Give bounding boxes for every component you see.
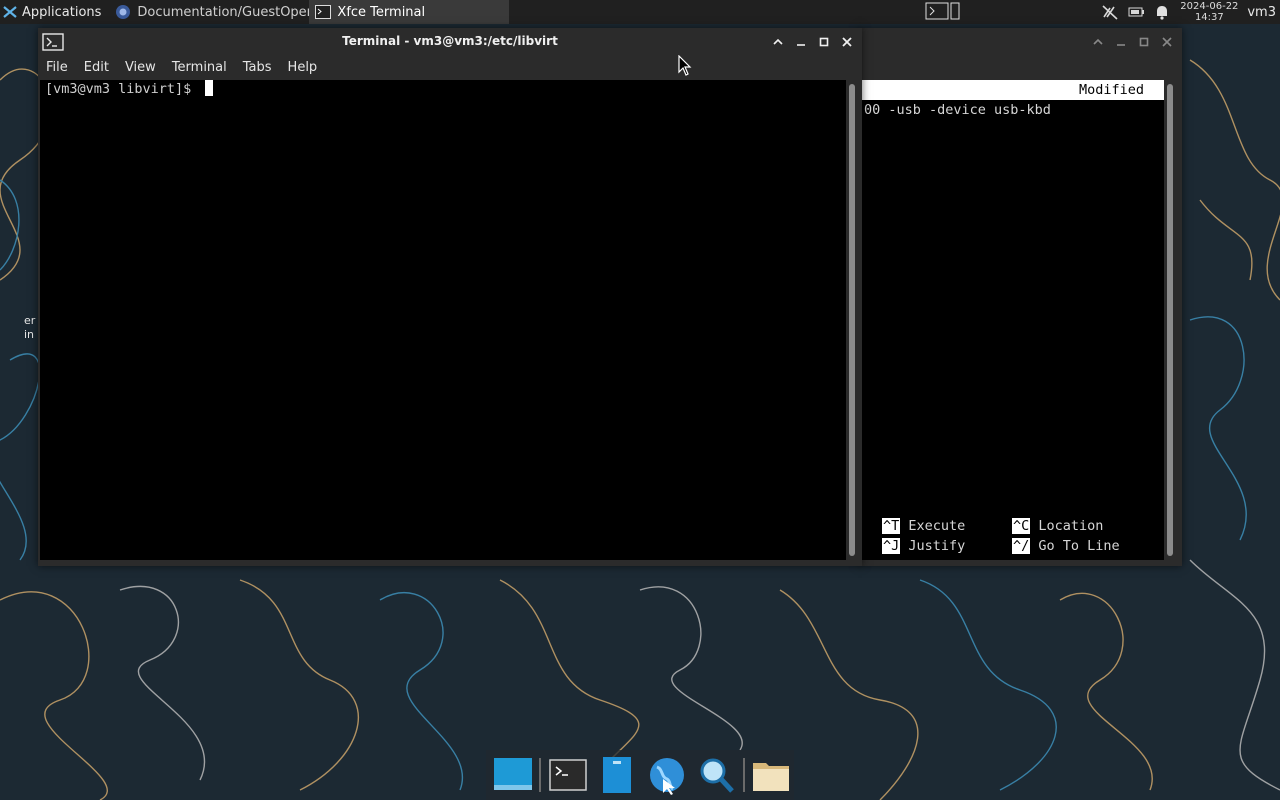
workspace-switcher[interactable] [924,1,962,21]
nano-status-bar: Modified [862,80,1164,100]
terminal-output[interactable]: [vm3@vm3 libvirt]$ [40,80,846,560]
dock [486,750,794,800]
menu-view[interactable]: View [117,56,164,80]
dock-terminal[interactable] [545,752,590,798]
chevron-up-icon [772,38,783,45]
dock-web-browser[interactable] [644,752,689,798]
shortcut-key: ^C [1012,518,1031,534]
menu-bar: File Edit View Terminal Tabs Help [38,56,862,80]
window-controls [1088,32,1176,51]
maximize-button[interactable] [1134,32,1153,51]
clock[interactable]: 2024-06-22 14:37 [1179,1,1239,23]
dock-search[interactable] [693,752,738,798]
maximize-icon [1139,37,1148,46]
maximize-icon [819,37,828,46]
shade-button[interactable] [1088,32,1107,51]
close-button[interactable] [837,32,856,51]
dock-show-desktop[interactable] [490,752,535,798]
terminal-icon [549,759,587,791]
web-browser-icon [649,758,684,795]
top-panel: Applications Documentation/GuestOper... … [0,0,1280,24]
chevron-up-icon [1092,38,1103,45]
close-button[interactable] [1157,32,1176,51]
maximize-button[interactable] [814,32,833,51]
terminal-app-icon[interactable] [42,33,64,51]
xfce-logo-icon [3,6,17,18]
taskbar-item-label: Documentation/GuestOper... [137,4,324,20]
dock-folder[interactable] [749,752,794,798]
nano-editor-area[interactable]: Modified 00 -usb -device usb-kbd ^T Exec… [862,80,1164,560]
scrollbar-thumb[interactable] [1167,84,1173,556]
search-icon [700,758,734,793]
user-menu[interactable]: vm3 [1247,5,1280,20]
taskbar-item-label: Xfce Terminal [337,4,426,20]
terminal-icon [315,5,332,19]
desktop-edge-text: er in [24,314,35,342]
taskbar-item-terminal[interactable]: Xfce Terminal [309,0,510,24]
scrollbar-thumb[interactable] [849,84,855,556]
shortcut-label: Execute [908,518,966,534]
window-controls [768,32,856,51]
nano-text-line: 00 -usb -device usb-kbd [864,102,1051,118]
workspace-icon [925,2,960,20]
network-disconnected-icon[interactable] [1101,3,1119,21]
nano-shortcut-go-to-line: ^/ Go To Line [1012,536,1120,556]
menu-terminal[interactable]: Terminal [164,56,235,80]
system-tray: 2024-06-22 14:37 vm3 [1101,0,1280,24]
nano-scrollbar[interactable] [1164,80,1178,560]
shell-prompt-line: [vm3@vm3 libvirt]$ [45,80,214,97]
shortcut-label: Location [1038,518,1104,534]
close-icon [1161,36,1172,47]
nano-shortcut-location: ^C Location [1012,516,1103,536]
shell-prompt: [vm3@vm3 libvirt]$ [45,81,200,97]
battery-icon[interactable] [1127,3,1145,21]
close-icon [841,36,852,47]
folder-icon [753,763,790,791]
minimize-icon [1116,43,1125,46]
window-titlebar[interactable] [858,28,1182,56]
menu-file[interactable]: File [38,56,76,80]
edge-text-line: in [24,328,35,341]
terminal-window[interactable]: Terminal - vm3@vm3:/etc/libvirt File Edi… [38,28,862,566]
notification-bell-icon[interactable] [1153,3,1171,21]
nano-shortcut-justify: ^J Justify [882,536,965,556]
menu-help[interactable]: Help [280,56,326,80]
dock-separator [742,758,745,792]
text-cursor [205,80,214,96]
minimize-button[interactable] [791,32,810,51]
edge-text-line: er [24,314,36,327]
taskbar-item-documentation[interactable]: Documentation/GuestOper... [109,0,323,24]
browser-icon [116,5,131,19]
applications-menu[interactable]: Applications [0,0,107,24]
shortcut-label: Justify [908,538,966,554]
nano-terminal-window[interactable]: Modified 00 -usb -device usb-kbd ^T Exec… [858,28,1182,566]
menu-edit[interactable]: Edit [76,56,117,80]
shortcut-key: ^J [882,538,901,554]
minimize-button[interactable] [1111,32,1130,51]
mouse-pointer-icon [678,55,692,76]
terminal-scrollbar[interactable] [846,80,860,560]
applications-label: Applications [22,4,102,20]
window-title: Terminal - vm3@vm3:/etc/libvirt [342,34,558,48]
file-manager-icon [603,757,632,793]
dock-file-manager[interactable] [595,752,640,798]
window-titlebar[interactable]: Terminal - vm3@vm3:/etc/libvirt [38,28,862,56]
desktop-icon [493,758,532,790]
shortcut-key: ^T [882,518,901,534]
minimize-icon [796,43,805,46]
menu-tabs[interactable]: Tabs [235,56,280,80]
shortcut-key: ^/ [1012,538,1031,554]
nano-shortcut-execute: ^T Execute [882,516,965,536]
shade-button[interactable] [768,32,787,51]
shortcut-label: Go To Line [1038,538,1120,554]
clock-time: 14:37 [1194,12,1224,23]
clock-date: 2024-06-22 [1180,1,1239,12]
dock-separator [539,758,542,792]
